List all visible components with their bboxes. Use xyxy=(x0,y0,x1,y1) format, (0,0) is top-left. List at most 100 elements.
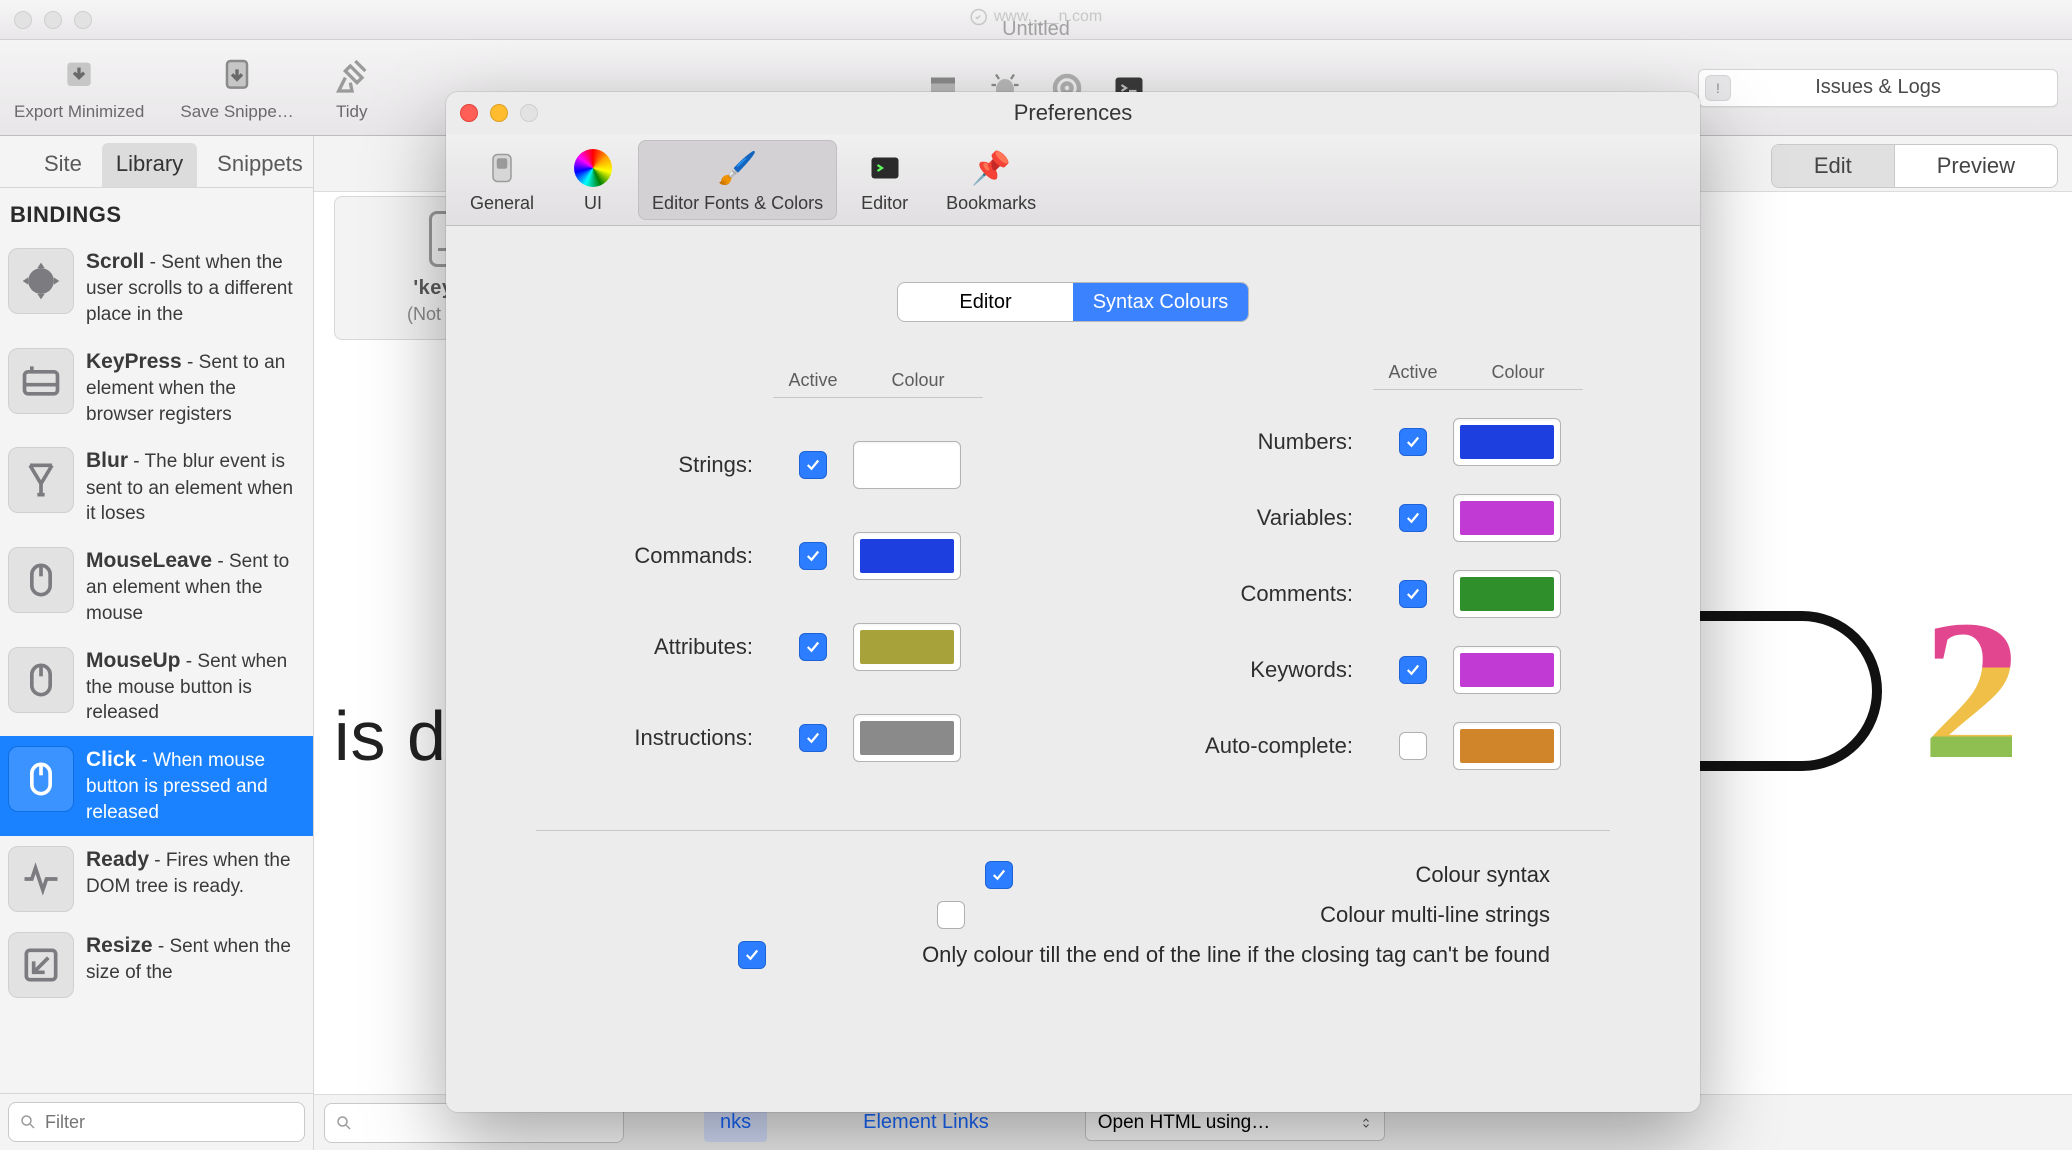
seg-editor[interactable]: Editor xyxy=(898,283,1073,321)
col-header-colour: Colour xyxy=(1453,362,1583,390)
seg-syntax-colours[interactable]: Syntax Colours xyxy=(1073,283,1248,321)
row-comments-swatch[interactable] xyxy=(1453,570,1561,618)
prefs-zoom-icon[interactable] xyxy=(520,104,538,122)
sidebar-item-blur[interactable]: Blur - The blur event is sent to an elem… xyxy=(0,437,313,537)
option-colour-syntax[interactable]: Colour syntax xyxy=(596,861,1550,889)
tidy-button[interactable]: Tidy xyxy=(330,54,374,122)
row-attributes-checkbox[interactable] xyxy=(799,633,827,661)
sidebar-tab-site[interactable]: Site xyxy=(30,143,96,187)
sidebar-item-scroll[interactable]: Scroll - Sent when the user scrolls to a… xyxy=(0,238,313,338)
main-minimize-icon[interactable] xyxy=(44,11,62,29)
sidebar-item-ready[interactable]: Ready - Fires when the DOM tree is ready… xyxy=(0,836,313,922)
row-attributes-swatch[interactable] xyxy=(853,623,961,671)
tab-preview[interactable]: Preview xyxy=(1895,145,2057,187)
prefs-close-icon[interactable] xyxy=(460,104,478,122)
wave-icon xyxy=(8,846,74,912)
logo-two: 2 xyxy=(1922,576,2012,805)
alert-badge-icon: ! xyxy=(1705,75,1731,101)
sidebar-item-click[interactable]: Click - When mouse button is pressed and… xyxy=(0,736,313,836)
row-commands-swatch[interactable] xyxy=(853,532,961,580)
row-strings-checkbox[interactable] xyxy=(799,451,827,479)
options-group: Colour syntax Colour multi-line strings … xyxy=(476,861,1670,969)
sidebar-group-title: BINDINGS xyxy=(0,188,313,238)
prefs-body: Editor Syntax Colours Active Colour Stri… xyxy=(446,226,1700,1112)
prefs-tab-ui[interactable]: UI xyxy=(558,140,628,220)
sidebar-item-mouseup[interactable]: MouseUp - Sent when the mouse button is … xyxy=(0,637,313,737)
prefs-titlebar: Preferences xyxy=(446,92,1700,134)
row-comments-checkbox[interactable] xyxy=(1399,580,1427,608)
main-close-icon[interactable] xyxy=(14,11,32,29)
row-variables-checkbox[interactable] xyxy=(1399,504,1427,532)
main-traffic-lights[interactable] xyxy=(14,11,92,29)
sidebar-filter[interactable] xyxy=(8,1102,305,1142)
export-minimized-button[interactable]: Export Minimized xyxy=(14,54,144,122)
row-autocomplete-swatch[interactable] xyxy=(1453,722,1561,770)
sidebar-list[interactable]: Scroll - Sent when the user scrolls to a… xyxy=(0,238,313,1093)
color-wheel-icon xyxy=(572,147,614,189)
option-till-end-checkbox[interactable] xyxy=(738,941,766,969)
filter-input[interactable] xyxy=(45,1112,294,1133)
option-till-end[interactable]: Only colour till the end of the line if … xyxy=(596,941,1550,969)
colour-grid: Active Colour Strings: Commands: Attribu… xyxy=(476,362,1670,770)
chevron-updown-icon xyxy=(1360,1117,1372,1129)
sidebar: Site Library Snippets BINDINGS Scroll - … xyxy=(0,136,314,1150)
colour-column-right: Active Colour Numbers: Variables: Commen… xyxy=(1163,362,1583,770)
prefs-traffic-lights[interactable] xyxy=(460,104,538,122)
sidebar-tabs: Site Library Snippets xyxy=(0,136,313,188)
search-icon xyxy=(335,1114,353,1132)
mouse-icon xyxy=(8,647,74,713)
mouse-icon xyxy=(8,547,74,613)
colour-column-left: Active Colour Strings: Commands: Attribu… xyxy=(563,362,983,770)
row-numbers-checkbox[interactable] xyxy=(1399,428,1427,456)
edit-preview-toggle[interactable]: Edit Preview xyxy=(1771,144,2058,188)
col-header-active: Active xyxy=(1373,362,1453,390)
save-snippet-button[interactable]: Save Snippe… xyxy=(180,54,293,122)
col-header-active: Active xyxy=(773,370,853,398)
row-instructions-swatch[interactable] xyxy=(853,714,961,762)
option-colour-syntax-checkbox[interactable] xyxy=(985,861,1013,889)
row-strings-swatch[interactable] xyxy=(853,441,961,489)
preferences-window: Preferences General UI 🖌️ Editor Fonts &… xyxy=(446,92,1700,1112)
row-autocomplete-checkbox[interactable] xyxy=(1399,732,1427,760)
sidebar-item-keypress[interactable]: KeyPress - Sent to an element when the b… xyxy=(0,338,313,438)
prefs-segmented-control[interactable]: Editor Syntax Colours xyxy=(897,282,1249,322)
option-multi-line[interactable]: Colour multi-line strings xyxy=(596,901,1550,929)
sidebar-tab-snippets[interactable]: Snippets xyxy=(203,143,317,187)
row-instructions-checkbox[interactable] xyxy=(799,724,827,752)
prefs-tab-fonts-colors[interactable]: 🖌️ Editor Fonts & Colors xyxy=(638,140,837,220)
paint-bucket-icon: 🖌️ xyxy=(717,147,759,189)
row-commands-checkbox[interactable] xyxy=(799,542,827,570)
row-instructions-label: Instructions: xyxy=(563,725,773,751)
prefs-tab-editor[interactable]: Editor xyxy=(847,140,922,220)
row-strings-label: Strings: xyxy=(563,452,773,478)
row-comments-label: Comments: xyxy=(1163,581,1373,607)
bottom-search-input[interactable] xyxy=(361,1112,613,1133)
prefs-tab-bookmarks[interactable]: 📌 Bookmarks xyxy=(932,140,1050,220)
col-header-colour: Colour xyxy=(853,370,983,398)
sidebar-item-mouseleave[interactable]: MouseLeave - Sent to an element when the… xyxy=(0,537,313,637)
sidebar-tab-library[interactable]: Library xyxy=(102,143,197,187)
switch-icon xyxy=(481,147,523,189)
row-keywords-swatch[interactable] xyxy=(1453,646,1561,694)
prefs-toolbar: General UI 🖌️ Editor Fonts & Colors Edit… xyxy=(446,134,1700,226)
row-autocomplete-label: Auto-complete: xyxy=(1163,733,1373,759)
divider xyxy=(536,830,1610,831)
scroll-icon xyxy=(8,248,74,314)
clipboard-icon xyxy=(215,54,259,98)
row-commands-label: Commands: xyxy=(563,543,773,569)
option-multi-line-checkbox[interactable] xyxy=(937,901,965,929)
blur-icon xyxy=(8,447,74,513)
prefs-minimize-icon[interactable] xyxy=(490,104,508,122)
mouse-icon xyxy=(8,746,74,812)
row-keywords-checkbox[interactable] xyxy=(1399,656,1427,684)
main-titlebar: www.___n.com Untitled xyxy=(0,0,2072,40)
row-attributes-label: Attributes: xyxy=(563,634,773,660)
prefs-title: Preferences xyxy=(1014,100,1133,126)
row-variables-swatch[interactable] xyxy=(1453,494,1561,542)
main-zoom-icon[interactable] xyxy=(74,11,92,29)
issues-logs-button[interactable]: ! Issues & Logs xyxy=(1698,69,2058,107)
prefs-tab-general[interactable]: General xyxy=(456,140,548,220)
row-numbers-swatch[interactable] xyxy=(1453,418,1561,466)
sidebar-item-resize[interactable]: Resize - Sent when the size of the xyxy=(0,922,313,1008)
tab-edit[interactable]: Edit xyxy=(1772,145,1895,187)
